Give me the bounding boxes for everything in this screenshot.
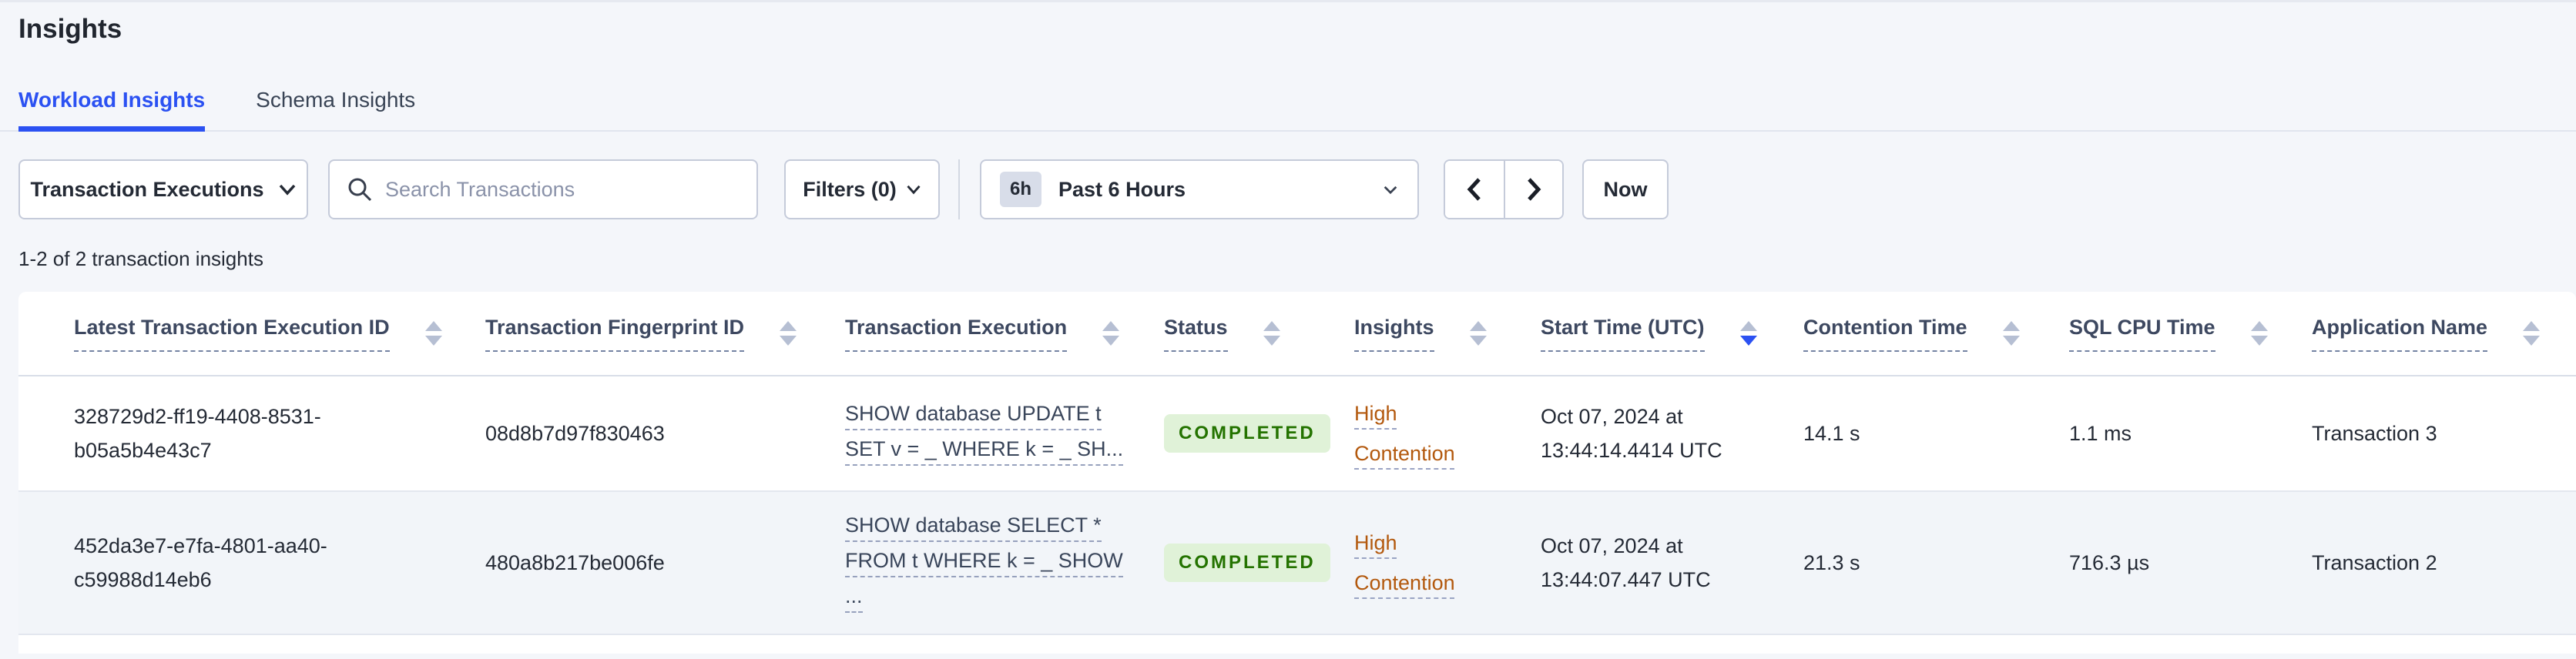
transaction-execution-link[interactable]: SHOW database SELECT * FROM t WHERE k = …: [845, 513, 1164, 613]
tab-label: Schema Insights: [256, 88, 416, 112]
sql-cpu-time: 1.1 ms: [2069, 422, 2132, 445]
column-header-status[interactable]: Status: [1164, 316, 1354, 352]
sort-icon: [2250, 321, 2268, 346]
sort-icon: [1102, 321, 1120, 346]
column-header-contention-time[interactable]: Contention Time: [1803, 316, 2069, 352]
sort-icon: [424, 321, 442, 346]
chevron-down-icon: [907, 185, 921, 195]
sql-cpu-time: 716.3 µs: [2069, 551, 2150, 574]
column-header-start-time[interactable]: Start Time (UTC): [1541, 316, 1803, 352]
insights-table-card: Latest Transaction Execution ID Transact…: [18, 292, 2576, 654]
search-icon: [348, 178, 372, 202]
time-forward-button[interactable]: [1504, 161, 1562, 218]
column-header-transaction-execution[interactable]: Transaction Execution: [845, 316, 1164, 352]
column-header-application-name[interactable]: Application Name: [2312, 316, 2576, 352]
fingerprint-id: 480a8b217be006fe: [485, 551, 665, 574]
tab-schema-insights[interactable]: Schema Insights: [256, 85, 415, 130]
insight-link[interactable]: High Contention: [1354, 393, 1489, 473]
search-input[interactable]: [385, 177, 740, 202]
time-range-label: Past 6 Hours: [1058, 177, 1186, 201]
sort-icon: [780, 321, 797, 346]
sort-icon: [1469, 321, 1487, 346]
time-back-button[interactable]: [1445, 161, 1504, 218]
table-row: 328729d2-ff19-4408-8531-b05a5b4e43c7 08d…: [18, 376, 2576, 492]
application-name: Transaction 2: [2312, 551, 2437, 574]
start-time: Oct 07, 2024 at 13:44:14.4414 UTC: [1541, 405, 1722, 462]
insight-type-label: Transaction Executions: [30, 177, 264, 201]
time-range-picker[interactable]: 6h Past 6 Hours: [980, 159, 1419, 219]
time-nav-group: [1444, 159, 1564, 219]
contention-time: 14.1 s: [1803, 422, 1860, 445]
start-time: Oct 07, 2024 at 13:44:07.447 UTC: [1541, 534, 1711, 591]
tabs-bar: Workload Insights Schema Insights: [0, 85, 2576, 132]
filters-label: Filters (0): [803, 177, 897, 201]
application-name: Transaction 3: [2312, 422, 2437, 445]
sort-icon: [1739, 321, 1757, 346]
chevron-down-icon: [1384, 186, 1397, 194]
chevron-right-icon: [1528, 178, 1541, 201]
table-row: 452da3e7-e7fa-4801-aa40-c59988d14eb6 480…: [18, 492, 2576, 635]
status-badge: COMPLETED: [1164, 414, 1330, 453]
time-preset-badge: 6h: [1000, 172, 1042, 207]
insights-page: Insights Workload Insights Schema Insigh…: [0, 13, 2576, 654]
tab-label: Workload Insights: [18, 88, 206, 112]
transaction-execution-link[interactable]: SHOW database UPDATE t SET v = _ WHERE k…: [845, 401, 1164, 466]
fingerprint-id: 08d8b7d97f830463: [485, 422, 665, 445]
sort-icon: [2523, 321, 2541, 346]
insight-link[interactable]: High Contention: [1354, 523, 1489, 603]
execution-id: 452da3e7-e7fa-4801-aa40-c59988d14eb6: [74, 534, 327, 591]
contention-time: 21.3 s: [1803, 551, 1860, 574]
page-title: Insights: [18, 14, 122, 44]
controls-divider: [958, 159, 960, 219]
status-badge: COMPLETED: [1164, 544, 1330, 582]
chevron-down-icon: [279, 184, 295, 196]
sort-icon: [2002, 321, 2020, 346]
chevron-left-icon: [1467, 178, 1481, 201]
search-box: [328, 159, 758, 219]
insight-type-dropdown[interactable]: Transaction Executions: [18, 159, 308, 219]
now-button[interactable]: Now: [1582, 159, 1669, 219]
column-header-latest-transaction-execution-id[interactable]: Latest Transaction Execution ID: [18, 316, 485, 352]
controls-row: Transaction Executions Filters (0) 6h Pa…: [18, 159, 2576, 219]
tab-workload-insights[interactable]: Workload Insights: [18, 85, 206, 132]
column-header-sql-cpu-time[interactable]: SQL CPU Time: [2069, 316, 2312, 352]
execution-id: 328729d2-ff19-4408-8531-b05a5b4e43c7: [74, 405, 321, 462]
column-header-transaction-fingerprint-id[interactable]: Transaction Fingerprint ID: [485, 316, 845, 352]
sort-icon: [1263, 321, 1280, 346]
filters-dropdown[interactable]: Filters (0): [784, 159, 940, 219]
results-count: 1-2 of 2 transaction insights: [18, 247, 263, 270]
column-header-insights[interactable]: Insights: [1354, 316, 1541, 352]
table-header-row: Latest Transaction Execution ID Transact…: [18, 292, 2576, 376]
